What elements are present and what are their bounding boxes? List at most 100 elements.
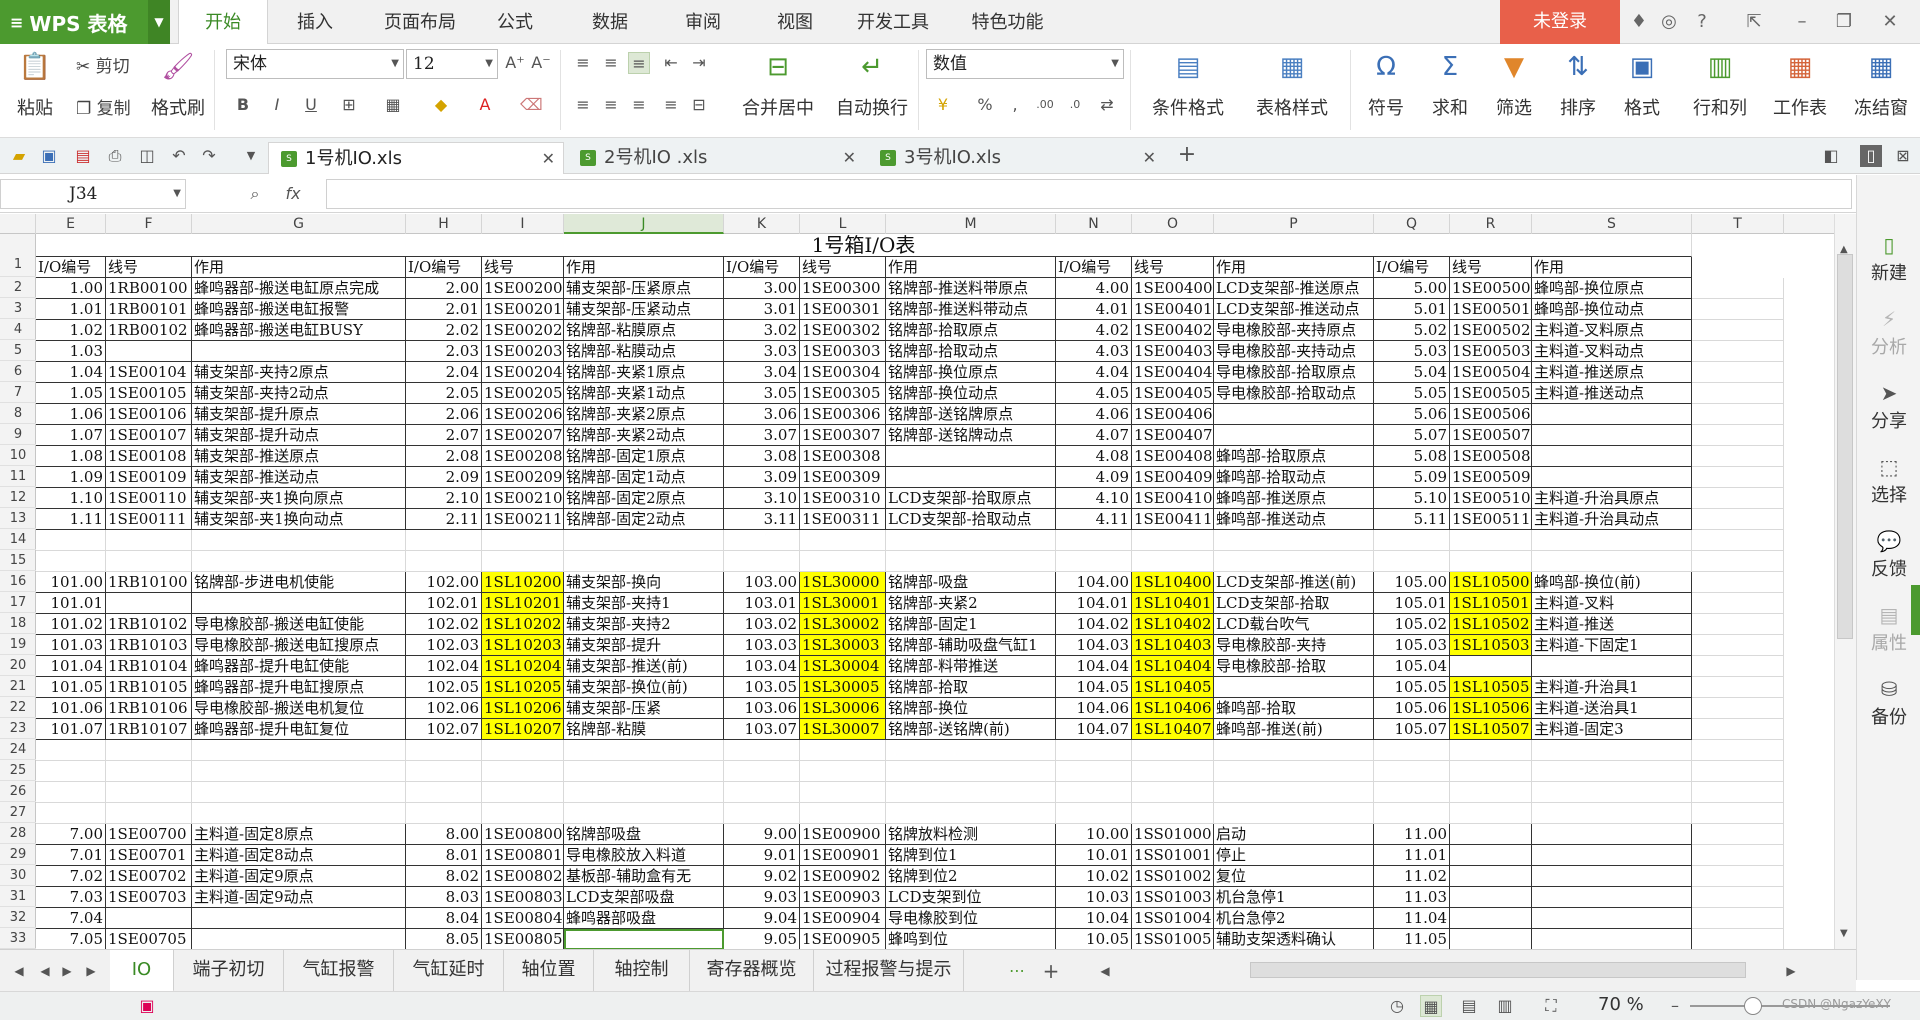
table-cell[interactable]: 105.05 [1374,677,1450,698]
sheet-tab-8[interactable]: 过程报警与提示 [814,950,964,992]
table-cell[interactable]: 103.06 [724,698,800,719]
table-cell[interactable]: 5.01 [1374,299,1450,320]
decrease-decimal-icon[interactable]: .0 [1064,94,1086,116]
table-cell[interactable]: 1SE00401 [1132,299,1214,320]
table-cell[interactable]: 1SL10402 [1132,614,1214,635]
table-cell[interactable] [1214,761,1374,782]
table-cell[interactable]: 3.05 [724,383,800,404]
table-cell[interactable] [1532,887,1692,908]
table-cell[interactable] [1532,929,1692,949]
table-cell[interactable]: 主料道-叉料动点 [1532,341,1692,362]
table-cell[interactable]: 102.05 [406,677,482,698]
table-cell[interactable]: 辅支架部-推送(前) [564,656,724,677]
table-cell[interactable]: 蜂鸣器部-搬送电缸报警 [192,299,406,320]
table-cell[interactable]: 2.02 [406,320,482,341]
panel-collapse-handle[interactable] [1911,585,1920,635]
table-cell[interactable]: 1.09 [36,467,106,488]
table-cell[interactable]: 1.04 [36,362,106,383]
table-cell[interactable]: 蜂鸣部-拾取 [1214,698,1374,719]
table-cell[interactable] [564,761,724,782]
table-cell[interactable]: 1SE00408 [1132,446,1214,467]
table-cell[interactable] [1692,887,1784,908]
table-cell[interactable]: 导电橡胶部-夹持动点 [1214,341,1374,362]
table-cell[interactable]: 3.08 [724,446,800,467]
table-cell[interactable]: 1SE00502 [1450,320,1532,341]
table-cell[interactable]: 蜂鸣器部-搬送电缸原点完成 [192,278,406,299]
table-cell[interactable]: 11.01 [1374,845,1450,866]
row-header[interactable]: 1 [0,254,36,277]
table-cell[interactable]: 1SE00200 [482,278,564,299]
copy-button[interactable]: ❐ 复制 [76,94,131,119]
filter-button[interactable]: ▼ 筛选 [1484,52,1544,120]
vertical-scroll-thumb[interactable] [1837,254,1853,639]
percent-icon[interactable]: % [974,94,996,116]
table-cell[interactable]: 103.03 [724,635,800,656]
row-header[interactable]: 8 [0,403,36,424]
table-cell[interactable]: 1RB00102 [106,320,192,341]
table-cell[interactable]: 铭牌部-送铭牌动点 [886,425,1056,446]
table-cell[interactable]: 5.03 [1374,341,1450,362]
sheet-tab-4[interactable]: 气缸延时 [394,950,504,992]
table-cell[interactable]: 3.04 [724,362,800,383]
table-cell[interactable] [406,740,482,761]
table-cell[interactable]: 铭牌部-夹紧1动点 [564,383,724,404]
table-cell[interactable]: 103.01 [724,593,800,614]
row-header[interactable]: 22 [0,697,36,718]
table-cell[interactable]: 蜂鸣器部-提升电缸搜原点 [192,677,406,698]
table-cell[interactable]: 1SE00507 [1450,425,1532,446]
table-cell[interactable] [1450,908,1532,929]
table-cell[interactable]: 3.10 [724,488,800,509]
table-cell[interactable] [1132,761,1214,782]
row-header[interactable]: 4 [0,319,36,340]
table-cell[interactable]: 103.00 [724,572,800,593]
table-cell[interactable]: 4.04 [1056,362,1132,383]
table-cell[interactable]: 1.06 [36,404,106,425]
row-header[interactable]: 11 [0,466,36,487]
font-color-icon[interactable]: A [474,94,496,116]
table-cell[interactable] [1532,908,1692,929]
align-top-icon[interactable]: ≡ [572,52,594,74]
table-cell[interactable] [106,551,192,572]
row-header[interactable]: 9 [0,424,36,445]
table-cell[interactable]: 1SE00803 [482,887,564,908]
table-cell[interactable]: 11.02 [1374,866,1450,887]
row-header[interactable]: 7 [0,382,36,403]
table-cell[interactable] [1374,551,1450,572]
panel-share[interactable]: ➤ 分享 [1857,381,1920,433]
table-cell[interactable]: 1SE00901 [800,845,886,866]
table-cell[interactable]: 105.07 [1374,719,1450,740]
table-cell[interactable] [724,803,800,824]
table-cell[interactable]: 103.07 [724,719,800,740]
table-cell[interactable] [1692,824,1784,845]
table-cell[interactable] [886,740,1056,761]
column-header-j[interactable]: J [564,214,724,234]
header-cell[interactable]: 线号 [1450,257,1532,278]
freeze-button[interactable]: ▦ 冻结窗 [1842,52,1920,120]
table-cell[interactable] [800,740,886,761]
table-cell[interactable]: 8.04 [406,908,482,929]
table-cell[interactable] [192,341,406,362]
table-cell[interactable] [406,761,482,782]
table-cell[interactable]: 1SS01005 [1132,929,1214,949]
justify-icon[interactable]: ≡ [660,94,682,116]
table-cell[interactable] [1214,803,1374,824]
table-cell[interactable]: 1SE00107 [106,425,192,446]
table-cell[interactable]: 辅支架部-换向 [564,572,724,593]
table-cell[interactable]: 5.08 [1374,446,1450,467]
table-cell[interactable]: 105.03 [1374,635,1450,656]
table-cell[interactable]: 1.02 [36,320,106,341]
table-cell[interactable]: 辅支架部-提升动点 [192,425,406,446]
indent-decrease-icon[interactable]: ⇤ [660,52,682,74]
header-cell[interactable]: I/O编号 [1056,257,1132,278]
table-cell[interactable] [1692,740,1784,761]
table-cell[interactable] [1532,530,1692,551]
table-cell[interactable]: 铭牌部-吸盘 [886,572,1056,593]
column-header-f[interactable]: F [106,214,192,234]
table-cell[interactable] [800,761,886,782]
paste-button[interactable]: 📋 粘贴 [10,52,60,120]
align-bottom-icon[interactable]: ≡ [628,52,650,74]
tab-data[interactable]: 数据 [575,0,645,44]
table-cell[interactable] [1692,845,1784,866]
table-cell[interactable]: 主料道-推送原点 [1532,362,1692,383]
row-header[interactable]: 15 [0,550,36,571]
